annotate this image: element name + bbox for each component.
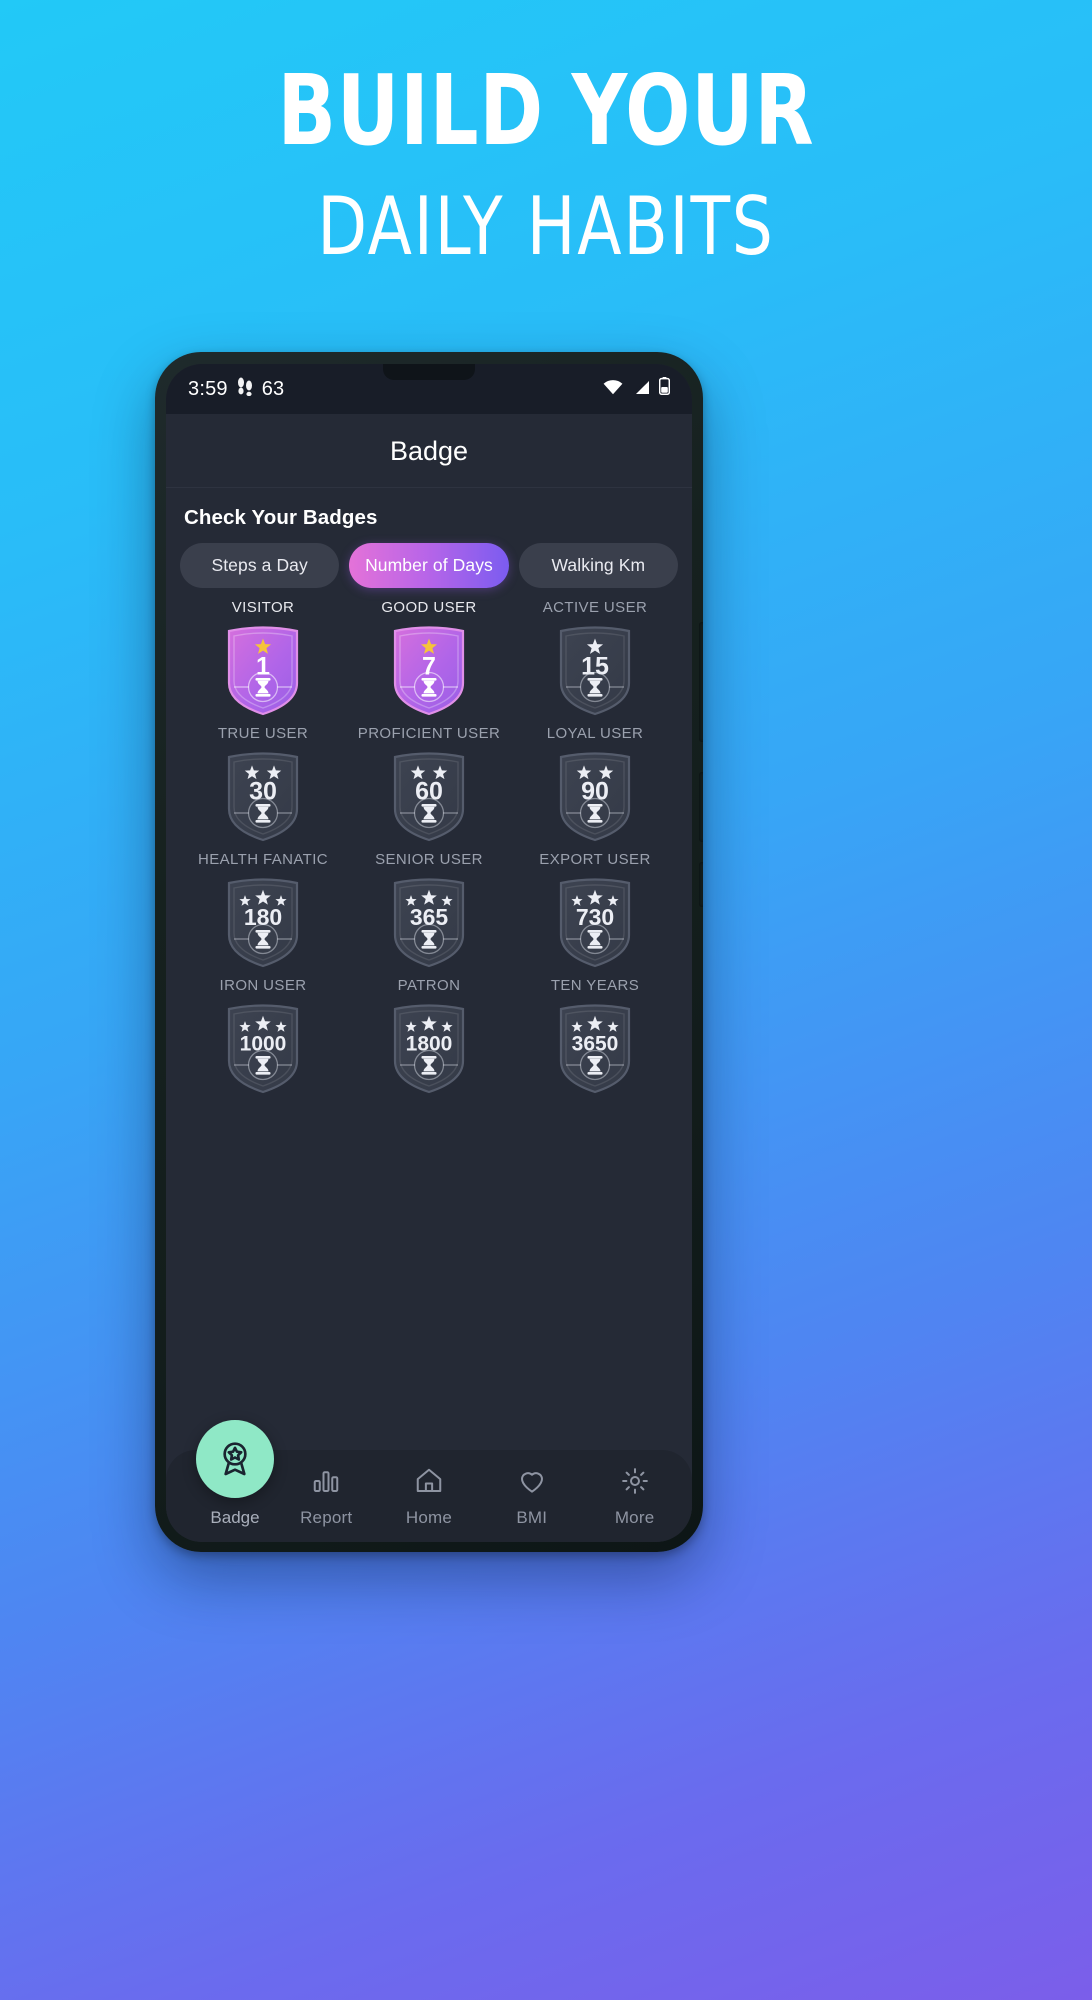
badge-item[interactable]: LOYAL USER 90	[512, 725, 678, 848]
phone-side-button-power	[699, 772, 703, 842]
badge-item[interactable]: GOOD USER 7	[346, 599, 512, 722]
hero-heading: BUILD YOUR DAILY HABITS	[0, 62, 1092, 267]
badge-artwork: 7	[387, 621, 471, 722]
cellular-signal-icon	[632, 378, 650, 401]
nav-item-home[interactable]: Home	[378, 1466, 481, 1528]
tab-steps-a-day[interactable]: Steps a Day	[180, 543, 340, 588]
wifi-icon	[603, 378, 623, 401]
badge-label: PROFICIENT USER	[357, 725, 501, 742]
status-bar-left: 3:59 63	[188, 377, 284, 402]
nav-item-bmi[interactable]: BMI	[480, 1466, 583, 1528]
badge-shield-icon: 15	[559, 626, 631, 716]
badge-shield-icon: 730	[559, 878, 631, 968]
nav-item-more[interactable]: More	[583, 1466, 686, 1528]
battery-icon	[658, 377, 671, 401]
nav-label: Home	[405, 1508, 453, 1527]
section-title: Check Your Badges	[184, 506, 378, 529]
badge-label: SENIOR USER	[375, 851, 483, 868]
bottom-nav-wrap: BadgeReportHomeBMIMore Badge	[166, 1420, 692, 1542]
status-bar: 3:59 63	[166, 364, 692, 414]
badge-item[interactable]: VISITOR 1	[180, 599, 346, 722]
nav-label: Report	[300, 1508, 353, 1527]
badge-label: EXPORT USER	[539, 851, 651, 868]
badge-item[interactable]: PATRON 1800	[346, 977, 512, 1100]
badge-label: GOOD USER	[381, 599, 477, 616]
nav-label: BMI	[516, 1508, 548, 1527]
hero-line-1: BUILD YOUR	[277, 54, 815, 167]
badge-artwork: 365	[387, 873, 471, 974]
home-icon	[414, 1466, 444, 1501]
badge-item[interactable]: TEN YEARS 3650	[512, 977, 678, 1100]
badge-label: TEN YEARS	[550, 977, 640, 994]
badge-label: VISITOR	[231, 599, 295, 616]
phone-mockup: 3:59 63 Badge Check Your Badges Steps a …	[155, 352, 703, 1552]
badge-shield-icon: 60	[393, 752, 465, 842]
badge-shield-icon: 365	[393, 878, 465, 968]
badge-artwork: 730	[553, 873, 637, 974]
badge-artwork: 30	[221, 747, 305, 848]
badge-shield-icon: 1800	[393, 1004, 465, 1094]
svg-text:180: 180	[244, 904, 282, 930]
badge-artwork: 3650	[553, 999, 637, 1100]
badge-item[interactable]: ACTIVE USER 15	[512, 599, 678, 722]
bar-chart-icon	[311, 1466, 341, 1501]
badge-content: Check Your Badges Steps a Day Number of D…	[166, 488, 692, 1450]
badge-label: HEALTH FANATIC	[197, 851, 329, 868]
nav-label: More	[614, 1508, 655, 1527]
badge-artwork: 180	[221, 873, 305, 974]
badge-label: IRON USER	[219, 977, 307, 994]
gear-icon	[620, 1466, 650, 1501]
badge-item[interactable]: EXPORT USER 730	[512, 851, 678, 974]
heart-icon	[517, 1466, 547, 1501]
badge-shield-icon: 1	[227, 626, 299, 716]
phone-screen: 3:59 63 Badge Check Your Badges Steps a …	[166, 364, 692, 1542]
badge-item[interactable]: PROFICIENT USER 60	[346, 725, 512, 848]
badge-artwork: 1	[221, 621, 305, 722]
nav-item-report[interactable]: Report	[275, 1466, 378, 1528]
phone-side-button-volume	[699, 622, 703, 742]
svg-text:365: 365	[410, 904, 449, 930]
badge-artwork: 60	[387, 747, 471, 848]
badge-shield-icon: 7	[393, 626, 465, 716]
nav-item-badge-fab[interactable]	[196, 1420, 274, 1498]
badge-shield-icon: 3650	[559, 1004, 631, 1094]
status-time: 3:59	[188, 377, 228, 400]
badge-artwork: 15	[553, 621, 637, 722]
nav-label-badge: Badge	[210, 1508, 260, 1527]
tab-walking-km[interactable]: Walking Km	[518, 543, 678, 588]
page-title: Badge	[166, 414, 692, 488]
badge-category-tabs: Steps a Day Number of Days Walking Km	[180, 543, 678, 588]
camera-notch	[383, 364, 475, 380]
badge-item[interactable]: TRUE USER 30	[180, 725, 346, 848]
badge-item[interactable]: IRON USER 1000	[180, 977, 346, 1100]
badge-label: ACTIVE USER	[542, 599, 648, 616]
badge-shield-icon: 30	[227, 752, 299, 842]
badge-item[interactable]: HEALTH FANATIC 180	[180, 851, 346, 974]
badge-shield-icon: 1000	[227, 1004, 299, 1094]
svg-text:1: 1	[256, 653, 270, 681]
svg-text:730: 730	[576, 904, 614, 930]
badge-label: LOYAL USER	[546, 725, 644, 742]
badge-shield-icon: 180	[227, 878, 299, 968]
phone-side-button-extra	[699, 862, 703, 907]
award-ribbon-icon	[223, 1442, 247, 1476]
badge-item[interactable]: SENIOR USER 365	[346, 851, 512, 974]
svg-text:7: 7	[422, 653, 436, 681]
svg-text:3650: 3650	[572, 1033, 619, 1056]
badge-artwork: 1800	[387, 999, 471, 1100]
badge-label: TRUE USER	[217, 725, 309, 742]
tab-number-of-days[interactable]: Number of Days	[349, 543, 509, 588]
badge-label: PATRON	[397, 977, 461, 994]
footsteps-icon	[237, 377, 253, 402]
badge-grid: VISITOR 1 GOOD USER 7 ACTIVE USER 15 TRU…	[180, 599, 678, 1100]
status-bar-right	[603, 377, 671, 401]
badge-artwork: 90	[553, 747, 637, 848]
svg-text:1800: 1800	[406, 1033, 453, 1056]
badge-shield-icon: 90	[559, 752, 631, 842]
status-step-count: 63	[261, 377, 285, 400]
svg-text:1000: 1000	[240, 1033, 287, 1056]
hero-line-2: DAILY HABITS	[317, 180, 775, 273]
badge-artwork: 1000	[221, 999, 305, 1100]
